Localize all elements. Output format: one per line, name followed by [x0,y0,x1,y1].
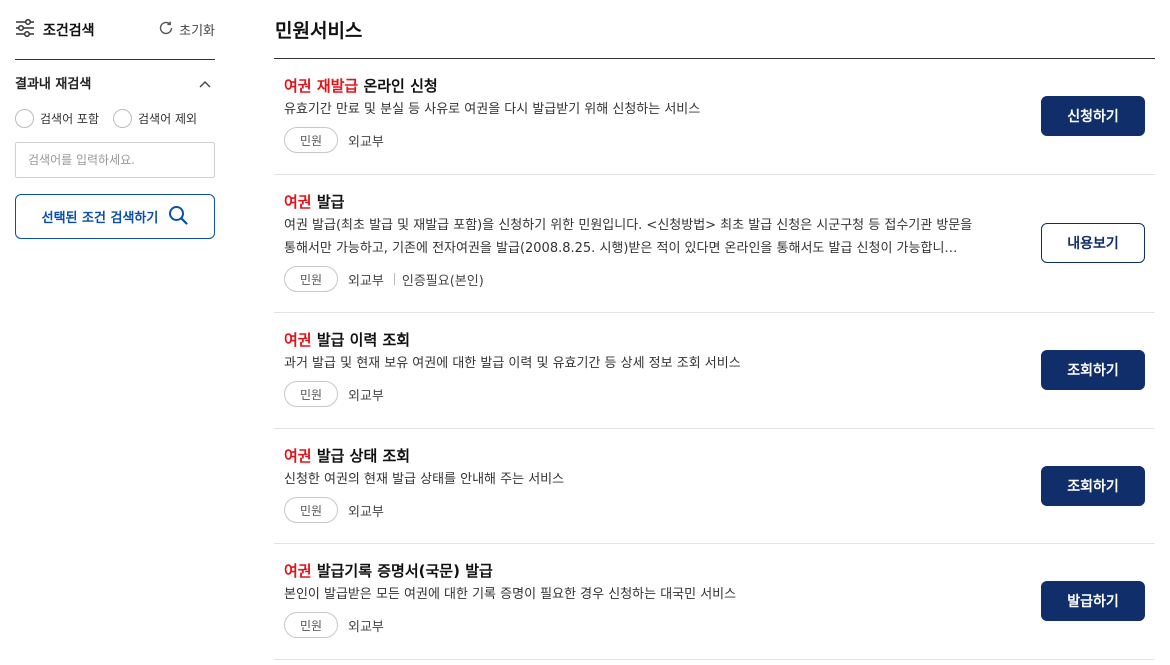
item-title[interactable]: 여권 재발급 온라인 신청 [284,75,1155,97]
item-title-highlight: 여권 [284,447,312,465]
radio-circle[interactable] [113,108,133,128]
item-meta: 민원 외교부 [284,497,1155,523]
civil-service-results: 민원서비스 여권 재발급 온라인 신청 유효기간 만료 및 분실 등 사유로 여… [274,0,1155,660]
exclude-keyword-radio[interactable]: 검색어 제외 [113,108,198,128]
item-title-highlight: 여권 재발급 [284,77,359,95]
apply-button[interactable]: 신청하기 [1041,96,1145,136]
search-selected-conditions-button[interactable]: 선택된 조건 검색하기 [15,194,215,239]
item-title-rest: 발급 [311,193,345,211]
meta-divider [393,273,395,285]
item-meta: 민원 외교부 [284,612,1155,638]
search-input[interactable] [15,142,215,178]
view-details-button[interactable]: 내용보기 [1041,223,1145,263]
include-keyword-label: 검색어 포함 [40,111,100,126]
item-desc-line: 유효기간 만료 및 분실 등 사유로 여권을 다시 발급받기 위해 신청하는 서… [284,102,701,117]
item-desc-line: 통해서만 가능하고, 기존에 전자여권을 발급(2008.8.25. 시행)받은… [284,241,958,256]
search-filter-sidebar: 조건검색 초기화 결과내 재검색 검색어 포함 검색어 제외 검색어를 입력하세… [15,0,215,239]
item-title-rest: 발급기록 증명서(국문) 발급 [311,562,493,580]
search-button-label: 선택된 조건 검색하기 [41,211,159,226]
organization: 외교부 [348,504,384,520]
reset-button[interactable]: 초기화 [158,20,215,40]
item-title-highlight: 여권 [284,193,312,211]
exclude-keyword-label: 검색어 제외 [138,111,198,126]
refresh-icon [158,20,174,40]
item-desc-line: 여권 발급(최초 발급 및 재발급 포함)을 신청하기 위한 민원입니다. <신… [284,218,973,233]
item-title-rest: 발급 상태 조회 [311,447,411,465]
inquiry-button[interactable]: 조회하기 [1041,350,1145,390]
category-tag: 민원 [284,127,338,153]
organization: 외교부 [348,619,384,635]
list-item: 여권 발급 여권 발급(최초 발급 및 재발급 포함)을 신청하기 위한 민원입… [274,175,1155,313]
auth-requirement: 인증필요(본인) [401,273,484,289]
search-icon [168,205,188,229]
filter-header: 조건검색 초기화 [15,0,215,60]
include-keyword-radio[interactable]: 검색어 포함 [15,108,100,128]
issue-button[interactable]: 발급하기 [1041,581,1145,621]
item-description: 유효기간 만료 및 분실 등 사유로 여권을 다시 발급받기 위해 신청하는 서… [284,98,1029,121]
list-item: 여권 발급기록 증명서(국문) 발급 본인이 발급받은 모든 여권에 대한 기록… [274,544,1155,660]
category-tag: 민원 [284,497,338,523]
refine-search-label: 결과내 재검색 [15,76,92,92]
item-description: 과거 발급 및 현재 보유 여권에 대한 발급 이력 및 유효기간 등 상세 정… [284,352,1029,375]
filter-title: 조건검색 [15,18,95,41]
list-item: 여권 발급 이력 조회 과거 발급 및 현재 보유 여권에 대한 발급 이력 및… [274,313,1155,429]
radio-circle[interactable] [15,108,34,128]
organization: 외교부 [348,388,384,404]
category-tag: 민원 [284,612,338,638]
search-mode-radios: 검색어 포함 검색어 제외 [15,104,215,132]
item-meta: 민원 외교부 [284,127,1155,153]
filter-label: 조건검색 [43,22,95,39]
item-meta: 민원 외교부 [284,381,1155,407]
item-title-highlight: 여권 [284,562,312,580]
category-tag: 민원 [284,381,338,407]
organization: 외교부 [348,273,384,289]
inquiry-button[interactable]: 조회하기 [1041,466,1145,506]
item-description: 여권 발급(최초 발급 및 재발급 포함)을 신청하기 위한 민원입니다. <신… [284,214,1029,260]
list-item: 여권 재발급 온라인 신청 유효기간 만료 및 분실 등 사유로 여권을 다시 … [274,59,1155,175]
filter-sliders-icon [15,18,35,41]
item-desc-line: 과거 발급 및 현재 보유 여권에 대한 발급 이력 및 유효기간 등 상세 정… [284,356,741,371]
refine-search-toggle[interactable]: 결과내 재검색 [15,60,215,104]
item-title[interactable]: 여권 발급 이력 조회 [284,329,1155,351]
organization: 외교부 [348,134,384,150]
item-meta: 민원 외교부 인증필요(본인) [284,266,1155,292]
section-title: 민원서비스 [274,0,1155,59]
item-description: 신청한 여권의 현재 발급 상태를 안내해 주는 서비스 [284,468,1029,491]
category-tag: 민원 [284,266,338,292]
chevron-up-icon [199,77,211,88]
list-item: 여권 발급 상태 조회 신청한 여권의 현재 발급 상태를 안내해 주는 서비스… [274,429,1155,544]
item-title-rest: 발급 이력 조회 [311,331,411,349]
item-title-rest: 온라인 신청 [358,77,438,95]
item-description: 본인이 발급받은 모든 여권에 대한 기록 증명이 필요한 경우 신청하는 대국… [284,583,1029,606]
item-title-highlight: 여권 [284,331,312,349]
item-title[interactable]: 여권 발급기록 증명서(국문) 발급 [284,560,1155,582]
item-title[interactable]: 여권 발급 상태 조회 [284,445,1155,467]
item-desc-line: 신청한 여권의 현재 발급 상태를 안내해 주는 서비스 [284,472,565,487]
item-desc-line: 본인이 발급받은 모든 여권에 대한 기록 증명이 필요한 경우 신청하는 대국… [284,587,737,602]
item-title[interactable]: 여권 발급 [284,191,1155,213]
reset-label: 초기화 [179,24,215,39]
